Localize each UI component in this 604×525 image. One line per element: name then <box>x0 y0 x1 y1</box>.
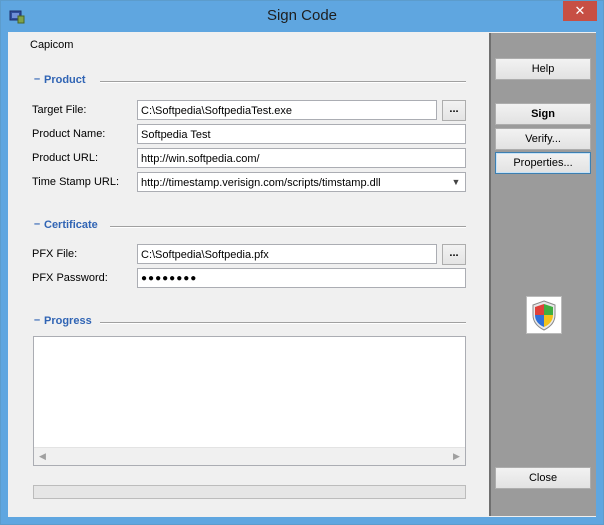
security-shield-icon <box>526 296 562 334</box>
scroll-left-icon[interactable]: ◀ <box>34 448 51 465</box>
window-close-button[interactable]: ✕ <box>563 1 597 21</box>
target-file-label: Target File: <box>32 104 87 116</box>
pfx-file-browse-button[interactable]: ... <box>442 244 466 265</box>
certificate-section-title: Certificate <box>44 219 98 231</box>
timestamp-url-dropdown[interactable]: http://timestamp.verisign.com/scripts/ti… <box>137 172 466 192</box>
target-file-input[interactable]: C:\Softpedia\SoftpediaTest.exe <box>137 100 437 120</box>
progress-section-divider <box>100 322 466 324</box>
progress-bar <box>33 485 466 499</box>
properties-button[interactable]: Properties... <box>495 152 591 174</box>
window-title: Sign Code <box>266 7 338 24</box>
app-name-label: Capicom <box>30 39 74 51</box>
section-dash: – <box>34 73 41 85</box>
product-name-input[interactable]: Softpedia Test <box>137 124 466 144</box>
pfx-file-label: PFX File: <box>32 248 78 260</box>
target-file-browse-button[interactable]: ... <box>442 100 466 121</box>
dialog-client-area: Capicom Product – Target File: C:\Softpe… <box>8 32 596 517</box>
product-section-divider <box>100 81 466 83</box>
help-button[interactable]: Help <box>495 58 591 80</box>
action-sidebar: Help Sign Verify... Properties... Close <box>489 33 596 516</box>
section-dash: – <box>34 218 41 230</box>
close-button[interactable]: Close <box>495 467 591 489</box>
horizontal-scrollbar[interactable]: ◀ ▶ <box>34 447 465 465</box>
timestamp-url-label: Time Stamp URL: <box>32 176 120 188</box>
section-dash: – <box>34 314 41 326</box>
pfx-password-label: PFX Password: <box>32 272 108 284</box>
pfx-password-input[interactable]: ●●●●●●●● <box>137 268 466 288</box>
product-url-input[interactable]: http://win.softpedia.com/ <box>137 148 466 168</box>
progress-section-title: Progress <box>44 315 92 327</box>
title-bar: Sign Code ✕ <box>1 1 603 32</box>
product-name-label: Product Name: <box>32 128 106 140</box>
progress-log-box[interactable]: ◀ ▶ <box>33 336 466 466</box>
product-url-label: Product URL: <box>32 152 99 164</box>
certificate-section-divider <box>110 226 466 228</box>
verify-button[interactable]: Verify... <box>495 128 591 150</box>
timestamp-url-value: http://timestamp.verisign.com/scripts/ti… <box>141 177 381 189</box>
pfx-file-input[interactable]: C:\Softpedia\Softpedia.pfx <box>137 244 437 264</box>
chevron-down-icon[interactable]: ▼ <box>449 173 463 191</box>
sign-code-window: Sign Code ✕ Capicom Product – Target Fil… <box>0 0 604 525</box>
product-section-title: Product <box>44 74 86 86</box>
sign-button[interactable]: Sign <box>495 103 591 125</box>
scroll-right-icon[interactable]: ▶ <box>448 448 465 465</box>
